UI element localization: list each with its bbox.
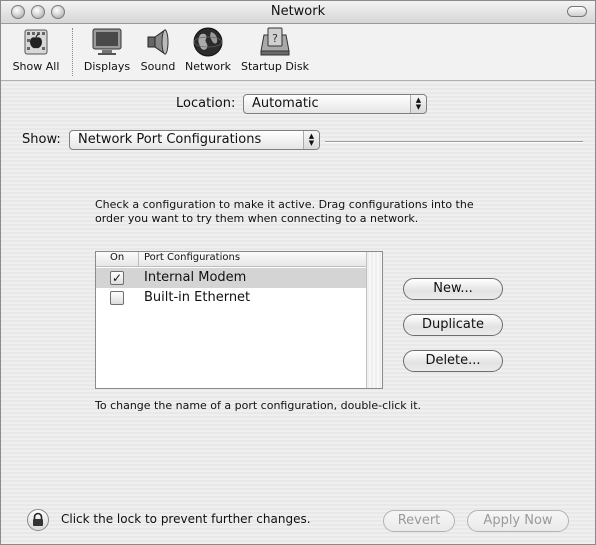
toolbar-sound[interactable]: Sound xyxy=(139,26,177,73)
delete-button[interactable]: Delete... xyxy=(403,350,503,372)
port-configurations-list[interactable]: On Port Configurations ✓ Internal Modem … xyxy=(95,251,383,389)
toolbar-startup-disk[interactable]: ? Startup Disk xyxy=(241,26,309,73)
window-title: Network xyxy=(270,4,326,19)
group-separator xyxy=(325,141,583,143)
toolbar-network[interactable]: Network xyxy=(183,26,233,73)
toolbar-label: Show All xyxy=(12,60,60,73)
lock-icon xyxy=(33,512,43,526)
list-row[interactable]: ✓ Internal Modem xyxy=(96,268,366,288)
port-name: Built-in Ethernet xyxy=(144,290,251,305)
apply-now-button[interactable]: Apply Now xyxy=(467,510,569,532)
disk-icon: ? xyxy=(258,26,292,58)
enable-checkbox[interactable] xyxy=(110,291,124,305)
toolbar-toggle-button[interactable] xyxy=(567,6,587,17)
show-popup[interactable]: Network Port Configurations ▲ ▼ xyxy=(69,130,320,150)
location-label: Location: xyxy=(176,96,236,111)
location-value: Automatic xyxy=(252,96,319,111)
toolbar-separator xyxy=(72,28,73,76)
title-bar: Network xyxy=(1,1,595,24)
network-preferences-window: Network Show All Displays Sound Network … xyxy=(0,0,596,545)
monitor-icon xyxy=(90,26,124,58)
port-name: Internal Modem xyxy=(144,270,247,285)
column-header-on[interactable]: On xyxy=(110,252,124,263)
enable-checkbox[interactable]: ✓ xyxy=(110,271,124,285)
show-label: Show: xyxy=(22,132,61,147)
lock-button[interactable] xyxy=(27,509,49,531)
toolbar-label: Displays xyxy=(83,60,131,73)
toolbar-label: Sound xyxy=(140,60,176,73)
popup-arrows-icon: ▲ ▼ xyxy=(410,95,426,113)
location-popup[interactable]: Automatic ▲ ▼ xyxy=(243,94,427,114)
duplicate-button[interactable]: Duplicate xyxy=(403,314,503,336)
list-scrollbar[interactable] xyxy=(366,252,382,388)
toolbar-label: Startup Disk xyxy=(241,60,309,73)
rename-hint-text: To change the name of a port configurati… xyxy=(95,399,422,412)
revert-button[interactable]: Revert xyxy=(383,510,455,532)
list-row[interactable]: Built-in Ethernet xyxy=(96,288,366,308)
popup-arrows-icon: ▲ ▼ xyxy=(303,131,319,149)
column-divider xyxy=(138,252,139,266)
globe-icon xyxy=(191,26,225,58)
instructions-text: Check a configuration to make it active.… xyxy=(95,198,474,225)
column-header-port[interactable]: Port Configurations xyxy=(144,252,240,263)
lock-hint-text: Click the lock to prevent further change… xyxy=(61,512,311,526)
show-value: Network Port Configurations xyxy=(78,132,262,147)
toolbar: Show All Displays Sound Network ? Startu… xyxy=(1,24,595,81)
toolbar-displays[interactable]: Displays xyxy=(83,26,131,73)
svg-text:?: ? xyxy=(272,32,278,45)
new-button[interactable]: New... xyxy=(403,278,503,300)
toolbar-show-all[interactable]: Show All xyxy=(9,26,63,73)
apple-icon xyxy=(19,26,53,58)
toolbar-label: Network xyxy=(185,60,231,73)
speaker-icon xyxy=(141,26,175,58)
list-header: On Port Configurations xyxy=(96,252,366,267)
